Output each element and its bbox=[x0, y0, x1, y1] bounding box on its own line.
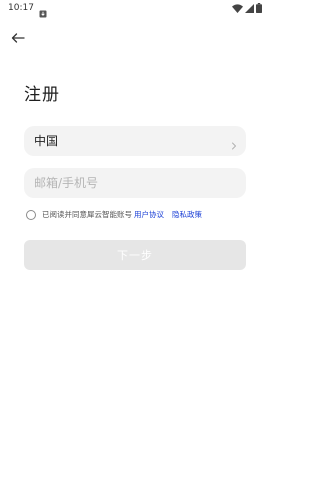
next-button[interactable]: 下一步 bbox=[24, 240, 246, 270]
agreement-row: 已阅读并同意犀云智能账号 用户协议 隐私政策 bbox=[26, 208, 256, 222]
user-agreement-link[interactable]: 用户协议 bbox=[134, 209, 164, 221]
chevron-right-icon bbox=[231, 136, 237, 150]
battery-icon bbox=[256, 3, 262, 13]
account-field bbox=[24, 168, 246, 198]
cell-signal-icon bbox=[245, 3, 254, 13]
page-title: 注册 bbox=[24, 85, 60, 105]
agree-checkbox[interactable] bbox=[26, 210, 36, 220]
arrow-left-icon bbox=[11, 28, 25, 47]
agreement-text: 已阅读并同意犀云智能账号 bbox=[42, 210, 132, 219]
country-value: 中国 bbox=[34, 134, 59, 148]
account-input[interactable] bbox=[24, 168, 246, 198]
status-bar: 10:17 bbox=[0, 0, 270, 18]
download-notification-icon bbox=[39, 3, 47, 18]
privacy-policy-link[interactable]: 隐私政策 bbox=[172, 209, 202, 221]
back-button[interactable] bbox=[8, 28, 28, 46]
wifi-icon bbox=[232, 3, 243, 13]
status-icons bbox=[232, 3, 262, 13]
status-time: 10:17 bbox=[8, 3, 34, 13]
country-selector[interactable]: 中国 bbox=[24, 126, 246, 156]
